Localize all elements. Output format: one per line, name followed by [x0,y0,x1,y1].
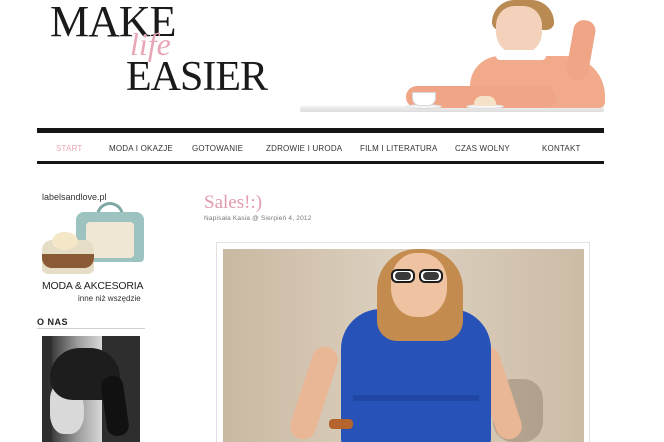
nav-bottom-border [37,161,604,164]
photo-dress-seam [353,395,479,401]
about-divider [37,328,145,329]
post-image[interactable] [223,249,584,442]
pouch-band [42,254,94,268]
coffee-cup-icon [412,92,436,106]
site-logo[interactable]: MAKE life EASIER [50,0,290,110]
photo-woman-face [391,253,447,317]
header-illustration [400,0,610,112]
ad-subtitle: inne niż wszędzie [78,294,141,303]
ad-url: labelsandlove.pl [42,192,107,202]
nav-item-start[interactable]: START [56,144,82,153]
main-nav: START MODA I OKAZJE GOTOWANIE ZDROWIE I … [37,133,604,163]
sunglasses-lens-left [395,272,411,280]
logo-easier-text: EASIER [126,54,268,100]
post-title[interactable]: Sales!:) [204,192,262,214]
about-photo [42,336,140,442]
site-header: MAKE life EASIER [0,0,664,122]
cake-icon [474,96,496,106]
sidebar-ad[interactable]: labelsandlove.pl MODA & AKCESORIA inne n… [38,192,148,304]
photo-ponytail [99,374,131,438]
photo-bracelet [329,419,353,429]
nav-item-zdrowie[interactable]: ZDROWIE I URODA [266,144,342,153]
sunglasses-lens-right [423,272,439,280]
post-meta: Napisała Kasia @ Sierpień 4, 2012 [204,215,312,222]
about-heading: O NAS [37,317,69,327]
nav-item-gotowanie[interactable]: GOTOWANIE [192,144,243,153]
nav-item-moda[interactable]: MODA I OKAZJE [109,144,173,153]
nav-item-czas-wolny[interactable]: CZAS WOLNY [455,144,510,153]
pouch-flower [52,232,78,250]
illustration-face [496,6,542,54]
ad-title: MODA & AKCESORIA [42,280,144,292]
nav-item-kontakt[interactable]: KONTAKT [542,144,581,153]
illustration-collar [496,50,546,60]
nav-item-film[interactable]: FILM I LITERATURA [360,144,437,153]
